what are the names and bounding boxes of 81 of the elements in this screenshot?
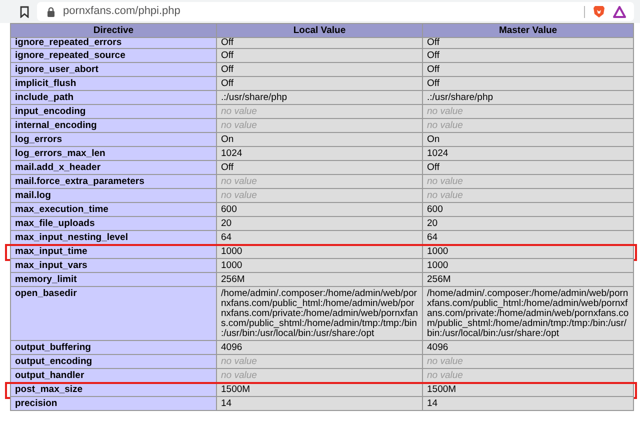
value-cell: On bbox=[217, 133, 423, 147]
value-cell: 600 bbox=[423, 203, 634, 217]
directive-cell: output_buffering bbox=[10, 341, 217, 355]
directive-cell: include_path bbox=[10, 91, 217, 105]
empty-value-cell: no value bbox=[217, 355, 423, 369]
value-cell: 4096 bbox=[217, 341, 423, 355]
value-cell: .:/usr/share/php bbox=[423, 91, 634, 105]
empty-value-cell: no value bbox=[423, 355, 634, 369]
directive-cell: output_encoding bbox=[10, 355, 217, 369]
value-cell: 256M bbox=[423, 273, 634, 287]
value-cell: Off bbox=[217, 63, 423, 77]
directive-cell: precision bbox=[10, 397, 217, 411]
directive-cell: ignore_repeated_source bbox=[10, 49, 217, 63]
empty-value-cell: no value bbox=[423, 189, 634, 203]
empty-value-cell: no value bbox=[423, 369, 634, 383]
directive-cell: max_input_time bbox=[10, 245, 217, 259]
bookmark-icon[interactable] bbox=[20, 6, 29, 18]
directive-cell: post_max_size bbox=[10, 383, 217, 397]
empty-value-cell: no value bbox=[217, 105, 423, 119]
value-cell: Off bbox=[217, 49, 423, 63]
value-cell: Off bbox=[423, 161, 634, 175]
value-cell: 1500M bbox=[217, 383, 423, 397]
directive-cell: mail.log bbox=[10, 189, 217, 203]
value-cell: 20 bbox=[423, 217, 634, 231]
directive-cell: input_encoding bbox=[10, 105, 217, 119]
value-cell: 1000 bbox=[217, 259, 423, 273]
directive-cell: max_input_nesting_level bbox=[10, 231, 217, 245]
empty-value-cell: no value bbox=[423, 105, 634, 119]
value-cell: 64 bbox=[217, 231, 423, 245]
directive-cell: implicit_flush bbox=[10, 77, 217, 91]
empty-value-cell: no value bbox=[217, 119, 423, 133]
value-cell: 1000 bbox=[423, 245, 634, 259]
lion-shield-icon[interactable] bbox=[593, 5, 605, 18]
value-cell: 64 bbox=[423, 231, 634, 245]
directive-cell: log_errors_max_len bbox=[10, 147, 217, 161]
directive-cell: internal_encoding bbox=[10, 119, 217, 133]
value-cell: 1024 bbox=[423, 147, 634, 161]
directive-cell: max_input_vars bbox=[10, 259, 217, 273]
value-cell: 600 bbox=[217, 203, 423, 217]
directive-cell: mail.force_extra_parameters bbox=[10, 175, 217, 189]
value-cell: .:/usr/share/php bbox=[217, 91, 423, 105]
value-cell: 1024 bbox=[217, 147, 423, 161]
directive-cell: log_errors bbox=[10, 133, 217, 147]
address-bar[interactable]: pornxfans.com/phpi.php bbox=[37, 2, 634, 21]
value-cell: Off bbox=[423, 77, 634, 91]
value-cell: Off bbox=[217, 161, 423, 175]
value-cell: 20 bbox=[217, 217, 423, 231]
value-cell: 1000 bbox=[217, 245, 423, 259]
value-cell: 4096 bbox=[423, 341, 634, 355]
value-cell: 14 bbox=[423, 397, 634, 411]
triangle-icon[interactable] bbox=[613, 6, 626, 18]
value-cell: Off bbox=[423, 38, 634, 49]
empty-value-cell: no value bbox=[217, 175, 423, 189]
lock-icon bbox=[47, 6, 55, 16]
empty-value-cell: no value bbox=[423, 175, 634, 189]
column-header: Directive bbox=[10, 23, 217, 38]
column-header: Local Value bbox=[217, 23, 423, 38]
directive-cell: output_handler bbox=[10, 369, 217, 383]
value-cell: 1000 bbox=[423, 259, 634, 273]
empty-value-cell: no value bbox=[423, 119, 634, 133]
value-cell: Off bbox=[423, 63, 634, 77]
directive-cell: ignore_repeated_errors bbox=[10, 38, 217, 49]
value-cell: /home/admin/.composer:/home/admin/web/pornxfans.com/public_html:/home/admin/web/pornxfans.com/private:/home/admin/web/pornxfans.com/public_shtml:/home/admin/tmp:/tmp:/bin:/usr/bin:/usr/local/bin:/usr/share:/opt bbox=[423, 287, 634, 341]
empty-value-cell: no value bbox=[217, 369, 423, 383]
value-cell: /home/admin/.composer:/home/admin/web/pornxfans.com/public_html:/home/admin/web/pornxfans.com/private:/home/admin/web/pornxfans.com/public_shtml:/home/admin/tmp:/tmp:/bin:/usr/bin:/usr/local/bin:/usr/share:/opt bbox=[217, 287, 423, 341]
directive-cell: max_file_uploads bbox=[10, 217, 217, 231]
empty-value-cell: no value bbox=[217, 189, 423, 203]
value-cell: 256M bbox=[217, 273, 423, 287]
directive-cell: max_execution_time bbox=[10, 203, 217, 217]
value-cell: 1500M bbox=[423, 383, 634, 397]
column-header: Master Value bbox=[423, 23, 634, 38]
directive-cell: open_basedir bbox=[10, 287, 217, 341]
url-text: pornxfans.com/phpi.php bbox=[63, 4, 182, 20]
directive-cell: ignore_user_abort bbox=[10, 63, 217, 77]
value-cell: Off bbox=[217, 77, 423, 91]
value-cell: Off bbox=[217, 38, 423, 49]
value-cell: Off bbox=[423, 49, 634, 63]
value-cell: On bbox=[423, 133, 634, 147]
directive-cell: memory_limit bbox=[10, 273, 217, 287]
directive-cell: mail.add_x_header bbox=[10, 161, 217, 175]
value-cell: 14 bbox=[217, 397, 423, 411]
